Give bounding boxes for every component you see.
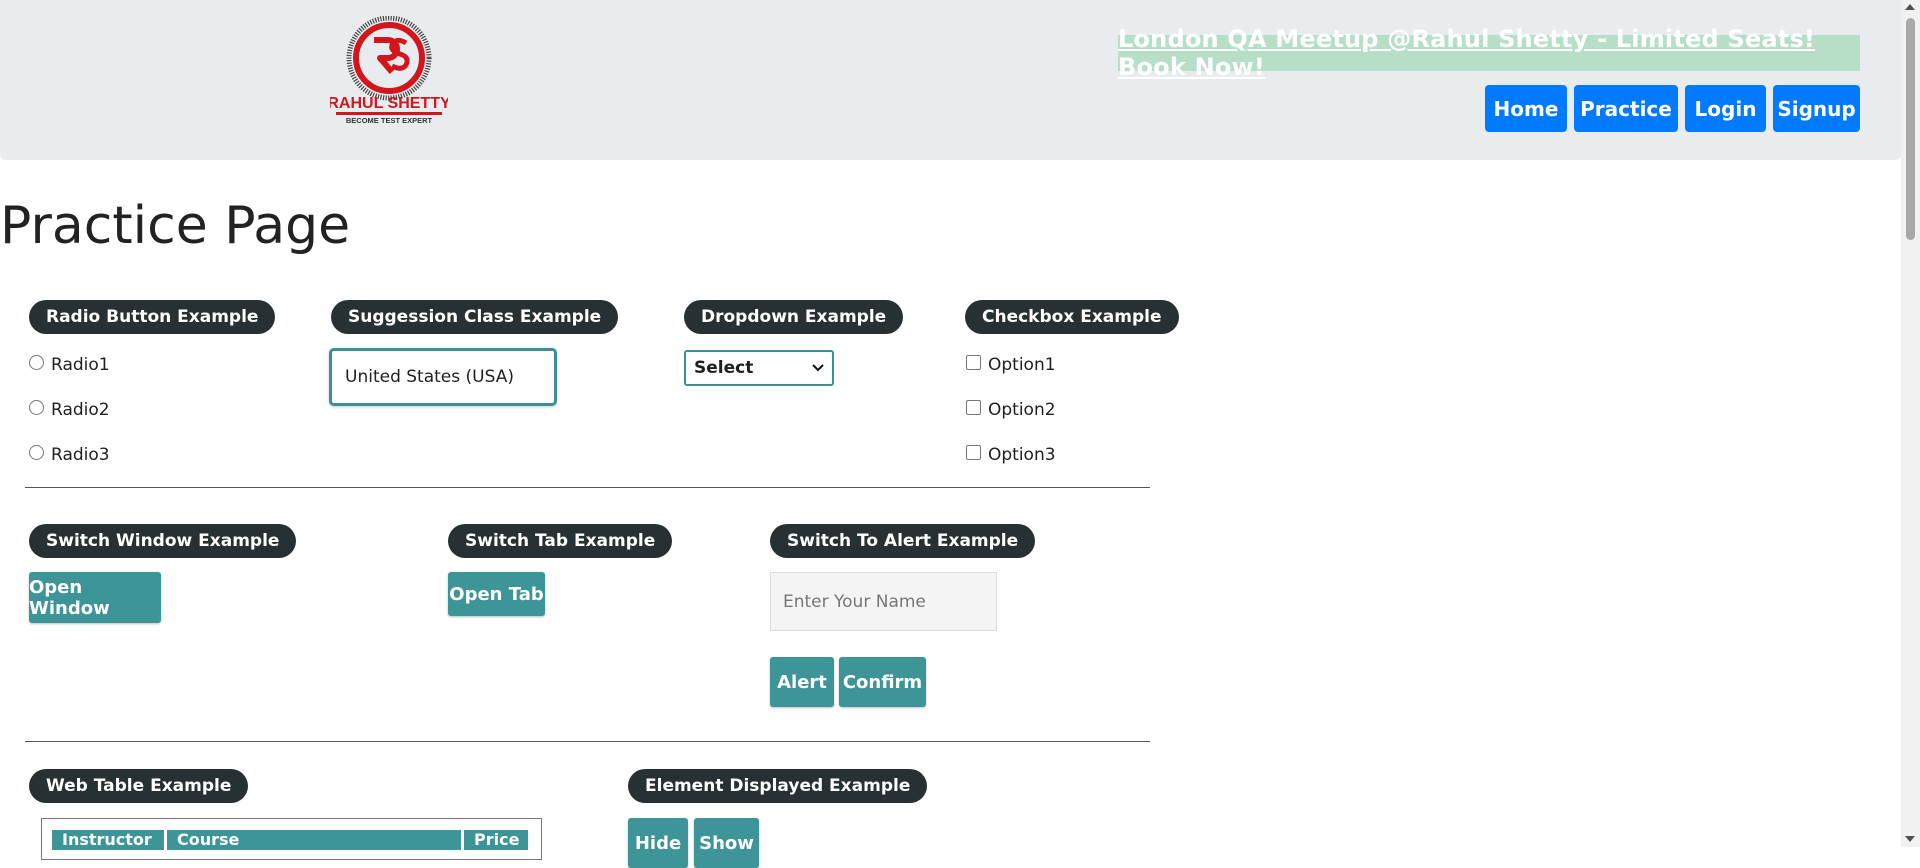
dropdown-selected-value: Select <box>694 358 754 378</box>
table-header-price: Price <box>464 830 528 850</box>
switch-alert-legend: Switch To Alert Example <box>770 524 1036 558</box>
checkbox-icon[interactable] <box>966 354 981 370</box>
promo-banner-link[interactable]: London QA Meetup @Rahul Shetty - Limited… <box>1118 25 1860 81</box>
table-header-course: Course <box>167 830 461 850</box>
scroll-up-arrow-icon[interactable] <box>1905 4 1915 10</box>
dropdown-legend: Dropdown Example <box>684 300 904 334</box>
nav-home-button[interactable]: Home <box>1485 85 1567 132</box>
confirm-button[interactable]: Confirm <box>839 657 926 707</box>
checkbox-option-3[interactable]: Option3 <box>966 444 1056 465</box>
alert-button[interactable]: Alert <box>770 657 834 707</box>
checkbox-icon[interactable] <box>966 444 981 460</box>
radio-option-1[interactable]: Radio1 <box>29 354 110 375</box>
checkbox-option-1[interactable]: Option1 <box>966 354 1056 375</box>
checkbox-label: Option2 <box>988 400 1056 420</box>
autocomplete-input[interactable]: United States (USA) <box>329 348 557 406</box>
logo-tagline: BECOME TEST EXPERT <box>346 116 433 125</box>
radio-label: Radio3 <box>51 445 110 465</box>
show-button[interactable]: Show <box>694 818 759 868</box>
table-header-instructor: Instructor <box>52 830 164 850</box>
radio-legend: Radio Button Example <box>29 300 276 334</box>
nav-login-button[interactable]: Login <box>1685 85 1766 132</box>
suggestion-legend: Suggession Class Example <box>331 300 619 334</box>
web-table-legend: Web Table Example <box>29 769 249 803</box>
chevron-down-icon <box>812 364 824 372</box>
radio-label: Radio1 <box>51 355 110 375</box>
scroll-down-arrow-icon[interactable] <box>1905 836 1915 842</box>
open-tab-button[interactable]: Open Tab <box>448 572 545 616</box>
radio-label: Radio2 <box>51 400 110 420</box>
checkbox-option-2[interactable]: Option2 <box>966 399 1056 420</box>
section-divider <box>25 741 1150 742</box>
checkbox-label: Option3 <box>988 445 1056 465</box>
nav-signup-button[interactable]: Signup <box>1773 85 1860 132</box>
open-window-button[interactable]: Open Window <box>29 572 161 623</box>
checkbox-label: Option1 <box>988 355 1056 375</box>
checkbox-legend: Checkbox Example <box>965 300 1179 334</box>
switch-tab-legend: Switch Tab Example <box>448 524 673 558</box>
logo-text: RAHUL SHETTY <box>330 95 448 112</box>
hide-button[interactable]: Hide <box>628 818 688 868</box>
name-input[interactable]: Enter Your Name <box>770 572 997 631</box>
switch-window-legend: Switch Window Example <box>29 524 297 558</box>
radio-circle-icon[interactable] <box>29 399 44 415</box>
page-title: Practice Page <box>0 196 351 256</box>
scrollbar-thumb[interactable] <box>1906 18 1915 240</box>
element-displayed-legend: Element Displayed Example <box>628 769 928 803</box>
section-divider <box>25 487 1150 488</box>
radio-circle-icon[interactable] <box>29 354 44 370</box>
radio-option-2[interactable]: Radio2 <box>29 399 110 420</box>
rahul-shetty-logo[interactable]: RAHUL SHETTY BECOME TEST EXPERT <box>330 16 448 126</box>
radio-circle-icon[interactable] <box>29 444 44 460</box>
radio-option-3[interactable]: Radio3 <box>29 444 110 465</box>
checkbox-icon[interactable] <box>966 399 981 415</box>
dropdown-select[interactable]: Select <box>684 350 834 386</box>
nav-practice-button[interactable]: Practice <box>1574 85 1678 132</box>
